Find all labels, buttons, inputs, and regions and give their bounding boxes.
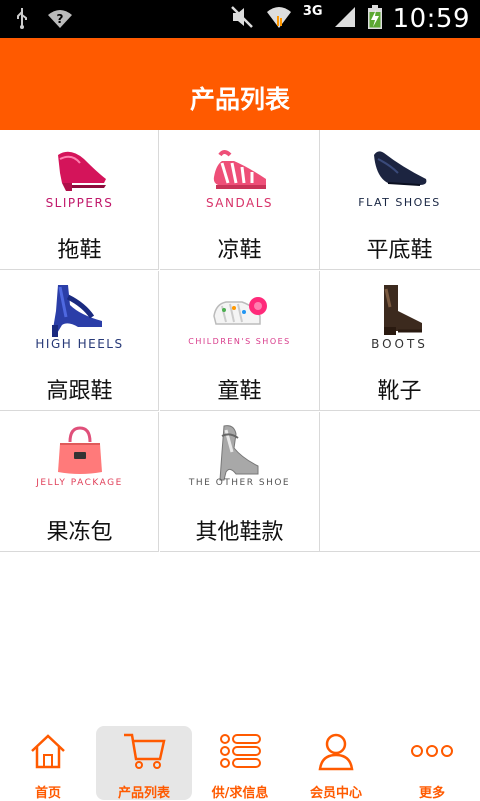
product-name: 果冻包 (46, 520, 113, 545)
product-name: 其他鞋款 (195, 520, 284, 545)
product-cell-other-shoes[interactable]: THE OTHER SHOE 其他鞋款 (160, 412, 320, 552)
product-name: 平底鞋 (366, 238, 433, 263)
boot-icon (320, 281, 479, 341)
product-grid: SLIPPERS 拖鞋 SANDALS 凉鞋 FLAT SHOES 平底鞋 HI… (0, 130, 480, 554)
product-cell-boots[interactable]: BOOTS 靴子 (320, 271, 480, 411)
clock: 10:59 (392, 4, 470, 34)
home-icon (0, 730, 96, 772)
network-type: 3G (302, 3, 323, 19)
product-cell-high-heels[interactable]: HIGH HEELS 高跟鞋 (0, 271, 159, 411)
product-english-name: HIGH HEELS (35, 337, 124, 351)
user-icon (288, 730, 384, 772)
signal-icon (333, 5, 357, 33)
tab-product-list[interactable]: 产品列表 (96, 726, 192, 801)
other-shoe-icon (160, 422, 319, 482)
tab-label: 更多 (418, 786, 445, 801)
mute-icon (229, 4, 255, 34)
product-name: 童鞋 (217, 379, 262, 404)
product-cell-flat-shoes[interactable]: FLAT SHOES 平底鞋 (320, 130, 480, 270)
list-icon (192, 730, 288, 772)
product-name: 拖鞋 (57, 238, 102, 263)
product-english-name: THE OTHER SHOE (188, 478, 291, 488)
tab-label: 首页 (34, 786, 61, 801)
bottom-tab-bar: 首页 产品列表 供/求信息 会员中心 更多 (0, 718, 480, 801)
tab-member-center[interactable]: 会员中心 (288, 726, 384, 801)
product-name: 高跟鞋 (46, 379, 113, 404)
high-heel-icon (0, 281, 159, 341)
more-icon (384, 730, 480, 772)
product-cell-jelly-package[interactable]: JELLY PACKAGE 果冻包 (0, 412, 159, 552)
flat-shoe-icon (320, 140, 479, 200)
product-english-name: JELLY PACKAGE (36, 478, 123, 488)
product-cell-sandals[interactable]: SANDALS 凉鞋 (160, 130, 320, 270)
page-title: 产品列表 (189, 85, 290, 114)
tab-label: 产品列表 (117, 786, 170, 801)
children-shoe-icon (160, 281, 319, 341)
product-cell-slippers[interactable]: SLIPPERS 拖鞋 (0, 130, 159, 270)
product-english-name: FLAT SHOES (358, 196, 441, 209)
product-cell-childrens-shoes[interactable]: CHILDREN'S SHOES 童鞋 (160, 271, 320, 411)
product-name: 靴子 (377, 379, 422, 404)
product-english-name: SLIPPERS (45, 196, 114, 210)
product-english-name: SANDALS (205, 196, 274, 210)
tab-label: 供/求信息 (211, 786, 269, 801)
handbag-icon (0, 422, 159, 482)
app-header: 产品列表 (0, 38, 480, 130)
cart-icon (96, 730, 192, 772)
slipper-icon (0, 140, 159, 200)
tab-home[interactable]: 首页 (0, 726, 96, 801)
svg-text:?: ? (57, 12, 64, 26)
product-name: 凉鞋 (217, 238, 262, 263)
product-english-name: CHILDREN'S SHOES (188, 337, 291, 346)
status-bar: ? 3G 10:59 (0, 0, 480, 38)
sandal-icon (160, 140, 319, 200)
tab-label: 会员中心 (309, 786, 362, 801)
empty-cell (320, 412, 480, 552)
wifi-icon (265, 4, 293, 34)
wifi-question-icon: ? (46, 6, 74, 34)
battery-charging-icon (367, 4, 383, 34)
tab-more[interactable]: 更多 (384, 726, 480, 801)
product-english-name: BOOTS (371, 337, 428, 351)
usb-icon (14, 6, 30, 34)
tab-supply-demand[interactable]: 供/求信息 (192, 726, 288, 801)
